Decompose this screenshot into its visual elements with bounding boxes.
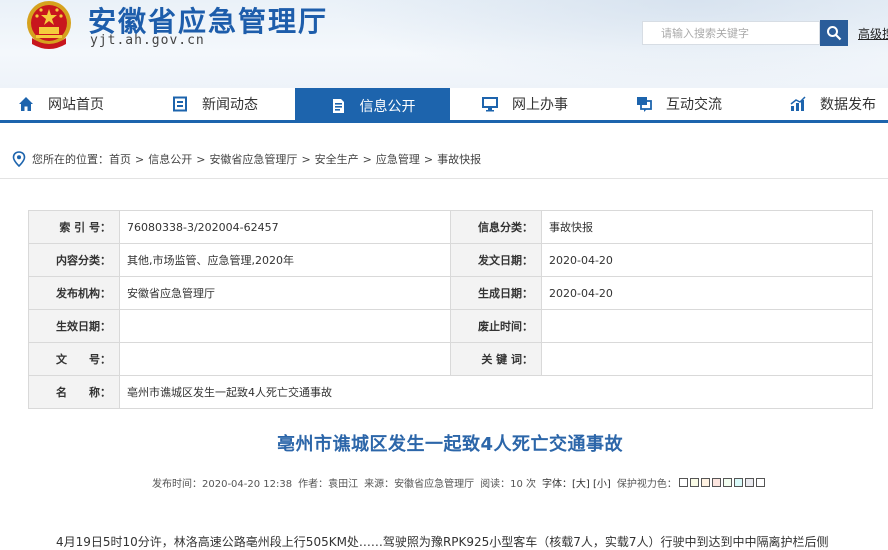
eye-color-swatch[interactable] bbox=[689, 478, 699, 487]
author: 作者：袁田江 bbox=[298, 479, 359, 490]
table-row: 发布机构： 安徽省应急管理厅 生成日期： 2020-04-20 bbox=[28, 276, 873, 310]
location-pin-icon bbox=[12, 151, 26, 167]
breadcrumb-separator: > bbox=[196, 152, 206, 166]
topic-label: 内容分类： bbox=[28, 243, 120, 277]
nav-label: 信息公开 bbox=[359, 98, 416, 115]
nav-item-home[interactable]: 网站首页 bbox=[18, 88, 158, 120]
abolish-time-value bbox=[541, 309, 873, 343]
info-table: 索 引 号： 76080338-3/202004-62457 信息分类： 事故快… bbox=[28, 210, 873, 409]
effective-date-label: 生效日期： bbox=[28, 309, 120, 343]
nav-label: 网站首页 bbox=[48, 97, 104, 113]
table-row: 内容分类： 其他,市场监管、应急管理,2020年 发文日期： 2020-04-2… bbox=[28, 243, 873, 277]
category-label: 信息分类： bbox=[450, 210, 542, 244]
breadcrumb-separator: > bbox=[362, 152, 372, 166]
publisher-label: 发布机构： bbox=[28, 276, 120, 310]
nav-item-news[interactable]: 新闻动态 bbox=[172, 88, 292, 120]
eye-protection-label: 保护视力色： bbox=[616, 479, 677, 490]
keywords-value bbox=[541, 342, 873, 376]
nav-label: 数据发布 bbox=[820, 97, 876, 113]
advanced-search-link[interactable]: 高级搜 bbox=[858, 25, 888, 42]
index-label: 索 引 号： bbox=[28, 210, 120, 244]
eye-color-swatch[interactable] bbox=[733, 478, 743, 487]
issued-date-label: 发文日期： bbox=[450, 243, 542, 277]
breadcrumb-separator: > bbox=[423, 152, 434, 166]
nav-label: 网上办事 bbox=[512, 97, 568, 113]
eye-color-swatch[interactable] bbox=[744, 478, 754, 487]
monitor-icon bbox=[482, 96, 498, 112]
article-body: 4月19日5时10分许，林洛高速公路亳州段上行505KM处……驾驶照为豫RPK9… bbox=[56, 535, 829, 549]
view-count: 阅读：10 次 bbox=[480, 479, 537, 490]
abolish-time-label: 废止时间： bbox=[450, 309, 542, 343]
nav-item-info-disclosure[interactable]: 信息公开 bbox=[295, 88, 450, 123]
article-meta: 发布时间：2020-04-20 12:38 作者：袁田江 来源：安徽省应急管理厅… bbox=[152, 475, 773, 490]
issued-date-value: 2020-04-20 bbox=[541, 243, 873, 277]
category-value: 事故快报 bbox=[541, 210, 873, 244]
breadcrumb-separator: > bbox=[135, 152, 145, 166]
table-row: 生效日期： 废止时间： bbox=[28, 309, 873, 343]
name-value: 亳州市谯城区发生一起致4人死亡交通事故 bbox=[119, 375, 873, 409]
publisher-value: 安徽省应急管理厅 bbox=[119, 276, 451, 310]
eye-color-swatch[interactable] bbox=[722, 478, 732, 487]
home-icon bbox=[18, 96, 34, 112]
nav-item-online-services[interactable]: 网上办事 bbox=[482, 88, 602, 120]
eye-color-swatch[interactable] bbox=[755, 478, 765, 487]
table-row: 文 号： 关 键 词： bbox=[28, 342, 873, 376]
keywords-label: 关 键 词： bbox=[450, 342, 542, 376]
table-row: 名 称： 亳州市谯城区发生一起致4人死亡交通事故 bbox=[28, 375, 873, 409]
search-input[interactable]: 请输入搜索关键字 bbox=[642, 21, 820, 45]
divider bbox=[0, 178, 888, 179]
font-size-toggle[interactable]: 字体：[大] [小] bbox=[542, 475, 611, 490]
table-row: 索 引 号： 76080338-3/202004-62457 信息分类： 事故快… bbox=[28, 210, 873, 244]
breadcrumb-link-accident[interactable]: 事故快报 bbox=[437, 151, 481, 167]
search-placeholder: 请输入搜索关键字 bbox=[661, 27, 749, 40]
eye-color-swatch[interactable] bbox=[711, 478, 721, 487]
doc-number-value bbox=[119, 342, 451, 376]
breadcrumb: 您所在的位置： 首页 > 信息公开 > 安徽省应急管理厅 > 安全生产 > 应急… bbox=[12, 151, 481, 167]
search-icon bbox=[827, 26, 842, 41]
eye-color-swatches bbox=[678, 475, 767, 490]
national-emblem-icon[interactable] bbox=[22, 0, 76, 50]
effective-date-value bbox=[119, 309, 451, 343]
main-nav: 网站首页 新闻动态 信息公开 网上办事 互动交流 数据发布 bbox=[0, 88, 888, 123]
chart-icon bbox=[790, 96, 806, 112]
article-title: 亳州市谯城区发生一起致4人死亡交通事故 bbox=[276, 434, 624, 455]
document-icon bbox=[330, 98, 346, 114]
eye-color-swatch[interactable] bbox=[700, 478, 710, 487]
generated-date-label: 生成日期： bbox=[450, 276, 542, 310]
nav-label: 互动交流 bbox=[666, 97, 722, 113]
nav-label: 新闻动态 bbox=[202, 97, 258, 113]
breadcrumb-link-safety[interactable]: 安全生产 bbox=[315, 151, 359, 167]
generated-date-value: 2020-04-20 bbox=[541, 276, 873, 310]
nav-item-interaction[interactable]: 互动交流 bbox=[636, 88, 756, 120]
name-label: 名 称： bbox=[28, 375, 120, 409]
breadcrumb-link-home[interactable]: 首页 bbox=[109, 151, 131, 167]
doc-number-label: 文 号： bbox=[28, 342, 120, 376]
site-url: yjt.ah.gov.cn bbox=[90, 33, 205, 48]
news-icon bbox=[172, 96, 188, 112]
breadcrumb-link-info[interactable]: 信息公开 bbox=[148, 151, 192, 167]
breadcrumb-link-emergency[interactable]: 应急管理 bbox=[376, 151, 420, 167]
breadcrumb-link-department[interactable]: 安徽省应急管理厅 bbox=[209, 151, 297, 167]
breadcrumb-prefix: 您所在的位置： bbox=[32, 153, 109, 166]
nav-item-data-release[interactable]: 数据发布 bbox=[790, 88, 888, 120]
search-button[interactable] bbox=[820, 20, 848, 46]
site-header: 安徽省应急管理厅 yjt.ah.gov.cn 请输入搜索关键字 高级搜 bbox=[0, 0, 888, 88]
topic-value: 其他,市场监管、应急管理,2020年 bbox=[119, 243, 451, 277]
eye-color-swatch[interactable] bbox=[678, 478, 688, 487]
publish-time: 发布时间：2020-04-20 12:38 bbox=[152, 479, 293, 490]
breadcrumb-separator: > bbox=[301, 152, 311, 166]
chat-icon bbox=[636, 96, 652, 112]
source: 来源：安徽省应急管理厅 bbox=[364, 479, 475, 490]
index-value: 76080338-3/202004-62457 bbox=[119, 210, 451, 244]
